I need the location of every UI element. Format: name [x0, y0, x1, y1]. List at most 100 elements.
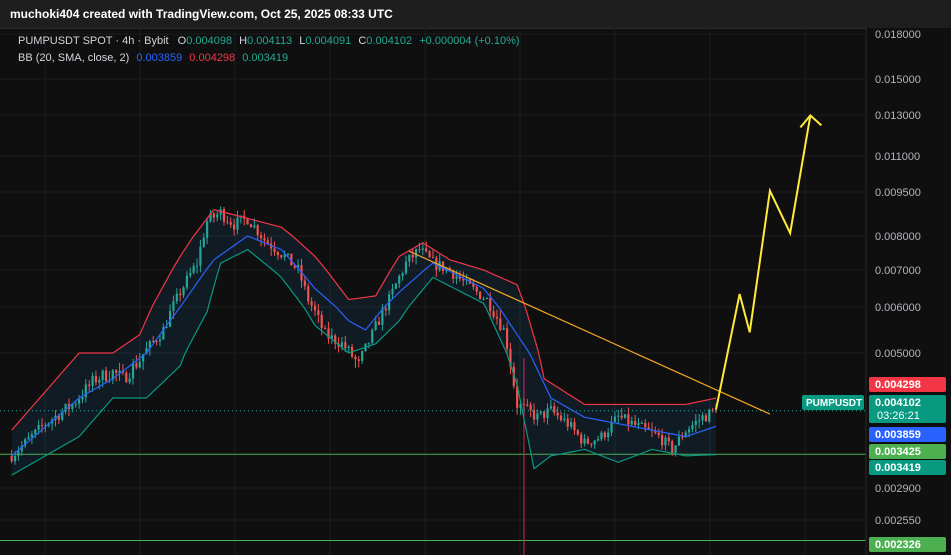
- candle-body: [398, 275, 401, 284]
- candle-body: [185, 275, 189, 288]
- legend-l-value: 0.004091: [305, 35, 352, 47]
- chart-area[interactable]: 0.018000 0.015000 0.013000 0.011000 0.009500…: [0, 28, 951, 555]
- countdown-text: 03:26:21: [877, 410, 920, 422]
- candle-body: [77, 399, 81, 404]
- legend-h-label: H: [239, 35, 248, 47]
- projection-arrow-head: [799, 113, 823, 129]
- candle-body: [408, 254, 411, 262]
- candle-body: [475, 287, 478, 292]
- price-tick-label: 0.002900: [875, 483, 921, 495]
- candle-body: [249, 224, 253, 228]
- legend-o-value: 0.004098: [186, 35, 233, 47]
- candle-body: [610, 421, 613, 433]
- price-tick-label: 0.018000: [875, 29, 921, 41]
- candle-body: [236, 217, 239, 230]
- candle-body: [505, 328, 509, 349]
- candle-body: [246, 218, 249, 225]
- candle-body: [596, 438, 600, 441]
- legend-ohlc: PUMPUSDT SPOT · 4h · Bybit O0.004098 H0.…: [18, 35, 520, 47]
- candle-body: [10, 455, 13, 462]
- candle-body: [115, 370, 118, 374]
- candle-body: [431, 257, 435, 259]
- candle-body: [286, 253, 290, 255]
- candle-body: [189, 272, 192, 276]
- candle-body: [13, 455, 17, 462]
- candle-body: [303, 280, 306, 287]
- candle-body: [104, 370, 108, 382]
- candle-body: [37, 424, 40, 430]
- candle-body: [394, 283, 397, 289]
- candle-body: [34, 429, 37, 435]
- candle-body: [522, 404, 526, 406]
- legend-bb-upper: 0.004298: [189, 52, 236, 64]
- candle-body: [495, 316, 499, 319]
- candle-body: [229, 222, 232, 225]
- price-tick-label: 0.005000: [875, 348, 921, 360]
- price-tick-label: 0.008000: [875, 231, 921, 243]
- candle-body: [593, 440, 596, 445]
- candle-body: [310, 301, 313, 306]
- candle-body: [421, 248, 424, 250]
- price-label-text: 0.004102: [875, 397, 921, 409]
- price-tick-label: 0.006000: [875, 302, 921, 314]
- candle-body: [532, 410, 536, 420]
- legend-bb-basis: 0.003859: [136, 52, 183, 64]
- price-tick-label: 0.015000: [875, 74, 921, 86]
- legend-h-value: 0.004113: [247, 35, 293, 47]
- candle-body: [657, 432, 660, 436]
- legend-o-label: O: [177, 35, 187, 47]
- candle-body: [361, 351, 364, 361]
- candle-body: [320, 314, 323, 329]
- candle-body: [576, 430, 579, 435]
- legend-bb-label: BB (20, SMA, close, 2): [18, 52, 130, 64]
- candle-body: [317, 310, 320, 315]
- legend-c-value: 0.004102: [366, 35, 413, 47]
- chart-root: muchoki404 created with TradingView.com,…: [0, 0, 951, 555]
- candle-body: [600, 432, 603, 439]
- candle-body: [549, 406, 552, 409]
- candle-body: [404, 261, 408, 274]
- candle-body: [135, 363, 138, 368]
- candle-body: [307, 286, 310, 302]
- candle-body: [634, 420, 637, 425]
- candle-body: [340, 342, 344, 347]
- candle-body: [411, 254, 414, 258]
- candle-body: [704, 415, 708, 422]
- candle-body: [502, 328, 505, 330]
- candle-body: [195, 265, 199, 267]
- candle-body: [563, 418, 566, 421]
- candle-body: [192, 265, 195, 273]
- price-label-text: 0.004298: [875, 379, 921, 391]
- candle-body: [179, 293, 182, 296]
- candle-body: [344, 342, 347, 349]
- candle-body: [138, 361, 141, 368]
- horizontal-lines: [0, 453, 866, 541]
- candle-body: [499, 318, 502, 330]
- price-axis-bg: [866, 28, 951, 555]
- candle-body: [377, 321, 381, 325]
- candle-body: [573, 422, 576, 431]
- candle-body: [526, 404, 529, 406]
- candle-body: [677, 436, 681, 446]
- candle-body: [603, 432, 606, 438]
- trendline: [409, 250, 771, 415]
- candle-body: [529, 404, 532, 411]
- candle-body: [354, 356, 357, 360]
- candle-body: [199, 246, 202, 266]
- candle-body: [482, 298, 485, 300]
- candle-body: [620, 415, 623, 418]
- candle-body: [401, 273, 404, 276]
- candle-body: [613, 416, 617, 422]
- candle-body: [357, 359, 360, 361]
- price-axis[interactable]: 0.018000 0.015000 0.013000 0.011000 0.009500…: [865, 28, 951, 555]
- price-tick-label: 0.009500: [875, 187, 921, 199]
- candle-body: [206, 221, 209, 238]
- candle-body: [660, 435, 664, 446]
- candle-body: [543, 411, 546, 419]
- price-chart[interactable]: 0.018000 0.015000 0.013000 0.011000 0.009500…: [0, 28, 951, 555]
- candle-body: [428, 251, 431, 258]
- candle-body: [455, 276, 458, 279]
- candle-body: [384, 308, 387, 311]
- candle-body: [580, 434, 583, 444]
- grid: [0, 28, 866, 555]
